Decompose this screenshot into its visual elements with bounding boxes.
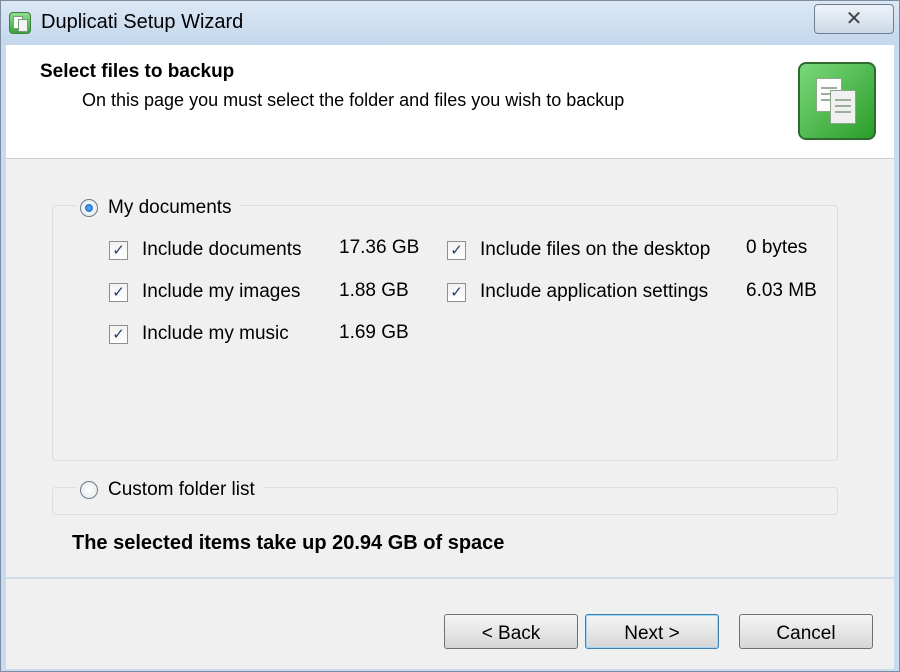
title-bar[interactable]: Duplicati Setup Wizard ✕ xyxy=(1,1,899,45)
back-button[interactable]: < Back xyxy=(444,614,578,649)
my-documents-option[interactable]: My documents xyxy=(76,197,240,219)
desktop-size: 0 bytes xyxy=(746,237,808,258)
checkmark-icon[interactable]: ✓ xyxy=(109,324,128,344)
documents-size: 17.36 GB xyxy=(339,237,420,258)
page-title: Select files to backup xyxy=(40,61,235,82)
checkbox-label: Include my images xyxy=(142,281,301,302)
documents-icon xyxy=(798,62,876,140)
my-documents-radio[interactable] xyxy=(80,199,98,217)
checkbox-label: Include documents xyxy=(142,239,302,260)
app-settings-size: 6.03 MB xyxy=(746,280,817,301)
include-app-settings-checkbox[interactable]: ✓ Include application settings xyxy=(447,281,708,303)
include-music-checkbox[interactable]: ✓ Include my music xyxy=(109,323,289,345)
wizard-window: Duplicati Setup Wizard ✕ Select files to… xyxy=(0,0,900,672)
include-desktop-checkbox[interactable]: ✓ Include files on the desktop xyxy=(447,239,710,261)
my-documents-label: My documents xyxy=(108,197,232,218)
include-documents-checkbox[interactable]: ✓ Include documents xyxy=(109,239,302,261)
checkmark-icon[interactable]: ✓ xyxy=(109,240,128,260)
window-title: Duplicati Setup Wizard xyxy=(41,11,244,33)
close-button[interactable]: ✕ xyxy=(814,4,894,34)
wizard-content: My documents ✓ Include documents 17.36 G… xyxy=(6,159,894,577)
custom-folder-label: Custom folder list xyxy=(108,479,255,500)
space-summary: The selected items take up 20.94 GB of s… xyxy=(72,532,505,554)
checkmark-icon[interactable]: ✓ xyxy=(447,240,466,260)
cancel-button[interactable]: Cancel xyxy=(739,614,873,649)
document-icon xyxy=(830,90,856,124)
music-size: 1.69 GB xyxy=(339,322,409,343)
custom-folder-option[interactable]: Custom folder list xyxy=(76,479,263,501)
checkbox-label: Include application settings xyxy=(480,281,709,302)
next-button[interactable]: Next > xyxy=(585,614,719,649)
custom-folder-radio[interactable] xyxy=(80,481,98,499)
images-size: 1.88 GB xyxy=(339,280,409,301)
wizard-header: Select files to backup On this page you … xyxy=(6,45,894,159)
checkmark-icon[interactable]: ✓ xyxy=(109,282,128,302)
checkbox-label: Include my music xyxy=(142,323,289,344)
page-description: On this page you must select the folder … xyxy=(82,90,625,110)
wizard-footer: < Back Next > Cancel xyxy=(6,578,894,669)
checkmark-icon[interactable]: ✓ xyxy=(447,282,466,302)
duplicati-icon xyxy=(9,12,31,34)
checkbox-label: Include files on the desktop xyxy=(480,239,711,260)
include-images-checkbox[interactable]: ✓ Include my images xyxy=(109,281,300,303)
